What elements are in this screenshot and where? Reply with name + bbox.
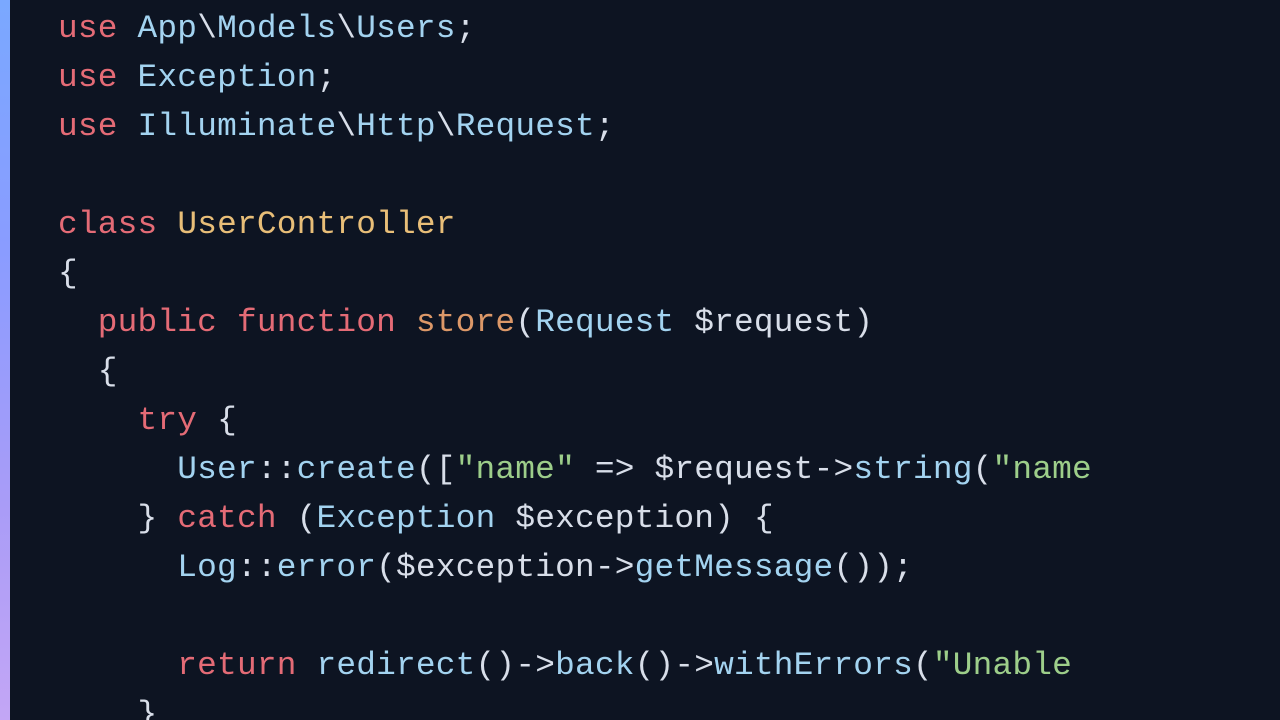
token-ns: App bbox=[138, 10, 198, 47]
token-kw: class bbox=[58, 206, 157, 243]
token-call: withErrors bbox=[714, 647, 913, 684]
token-call: getMessage bbox=[635, 549, 834, 586]
accent-bar bbox=[0, 0, 10, 720]
token-kw: use bbox=[58, 59, 118, 96]
token-var: $request bbox=[694, 304, 853, 341]
token-punc: ; bbox=[316, 59, 336, 96]
token-punc: ( bbox=[913, 647, 933, 684]
code-line: { bbox=[58, 353, 118, 390]
code-line: use App\Models\Users; bbox=[58, 10, 476, 47]
code-line: try { bbox=[58, 402, 237, 439]
token-punc: { bbox=[217, 402, 237, 439]
token-punc: ; bbox=[456, 10, 476, 47]
token-punc: { bbox=[754, 500, 774, 537]
token-var: $request bbox=[655, 451, 814, 488]
token-kw: try bbox=[138, 402, 198, 439]
token-op: -> bbox=[595, 549, 635, 586]
token-call: error bbox=[277, 549, 376, 586]
code-line: Log::error($exception->getMessage()); bbox=[58, 549, 913, 586]
token-call: create bbox=[297, 451, 416, 488]
token-ns: Models bbox=[217, 10, 336, 47]
token-punc: () bbox=[635, 647, 675, 684]
token-punc: ) bbox=[853, 304, 873, 341]
token-punc: { bbox=[58, 255, 78, 292]
code-line: use Exception; bbox=[58, 59, 336, 96]
token-ns: Request bbox=[456, 108, 595, 145]
code-line: return redirect()->back()->withErrors("U… bbox=[58, 647, 1072, 684]
token-punc: { bbox=[98, 353, 118, 390]
token-kw: return bbox=[177, 647, 296, 684]
code-line: } catch (Exception $exception) { bbox=[58, 500, 774, 537]
token-punc: } bbox=[138, 500, 158, 537]
token-class: UserController bbox=[177, 206, 455, 243]
token-op: => bbox=[595, 451, 635, 488]
code-frame: use App\Models\Users; use Exception; use… bbox=[0, 0, 1280, 720]
token-ns: Request bbox=[535, 304, 674, 341]
token-fn: store bbox=[416, 304, 515, 341]
token-ns: Users bbox=[356, 10, 455, 47]
token-kw: function bbox=[237, 304, 396, 341]
token-punc: ( bbox=[973, 451, 993, 488]
token-var: $exception bbox=[515, 500, 714, 537]
token-op: \ bbox=[436, 108, 456, 145]
token-ns: Illuminate bbox=[138, 108, 337, 145]
token-punc: ( bbox=[297, 500, 317, 537]
token-punc: ( bbox=[376, 549, 396, 586]
token-str: "Unable bbox=[933, 647, 1072, 684]
token-call: back bbox=[555, 647, 635, 684]
code-line: { bbox=[58, 255, 78, 292]
token-str: "name" bbox=[456, 451, 575, 488]
code-line: class UserController bbox=[58, 206, 456, 243]
code-line: User::create(["name" => $request->string… bbox=[58, 451, 1092, 488]
token-punc: () bbox=[476, 647, 516, 684]
token-op: \ bbox=[197, 10, 217, 47]
token-op: \ bbox=[336, 108, 356, 145]
token-call: redirect bbox=[316, 647, 475, 684]
token-str: "name bbox=[993, 451, 1092, 488]
token-op: :: bbox=[257, 451, 297, 488]
token-punc: ([ bbox=[416, 451, 456, 488]
token-punc: } bbox=[138, 696, 158, 720]
token-ns: Exception bbox=[138, 59, 317, 96]
token-punc: ()); bbox=[833, 549, 913, 586]
token-ns: Log bbox=[177, 549, 237, 586]
token-ns: Http bbox=[356, 108, 436, 145]
token-punc: ( bbox=[515, 304, 535, 341]
token-op: -> bbox=[814, 451, 854, 488]
token-op: \ bbox=[336, 10, 356, 47]
code-block: use App\Models\Users; use Exception; use… bbox=[58, 4, 1092, 720]
code-line: } bbox=[58, 696, 157, 720]
token-op: :: bbox=[237, 549, 277, 586]
token-kw: public bbox=[98, 304, 217, 341]
token-call: string bbox=[853, 451, 972, 488]
token-op: -> bbox=[515, 647, 555, 684]
token-kw: use bbox=[58, 108, 118, 145]
token-var: $exception bbox=[396, 549, 595, 586]
token-kw: catch bbox=[177, 500, 276, 537]
token-kw: use bbox=[58, 10, 118, 47]
token-ns: Exception bbox=[317, 500, 496, 537]
code-line: public function store(Request $request) bbox=[58, 304, 873, 341]
token-punc: ) bbox=[714, 500, 734, 537]
code-line: use Illuminate\Http\Request; bbox=[58, 108, 615, 145]
token-op: -> bbox=[674, 647, 714, 684]
token-ns: User bbox=[177, 451, 257, 488]
token-punc: ; bbox=[595, 108, 615, 145]
